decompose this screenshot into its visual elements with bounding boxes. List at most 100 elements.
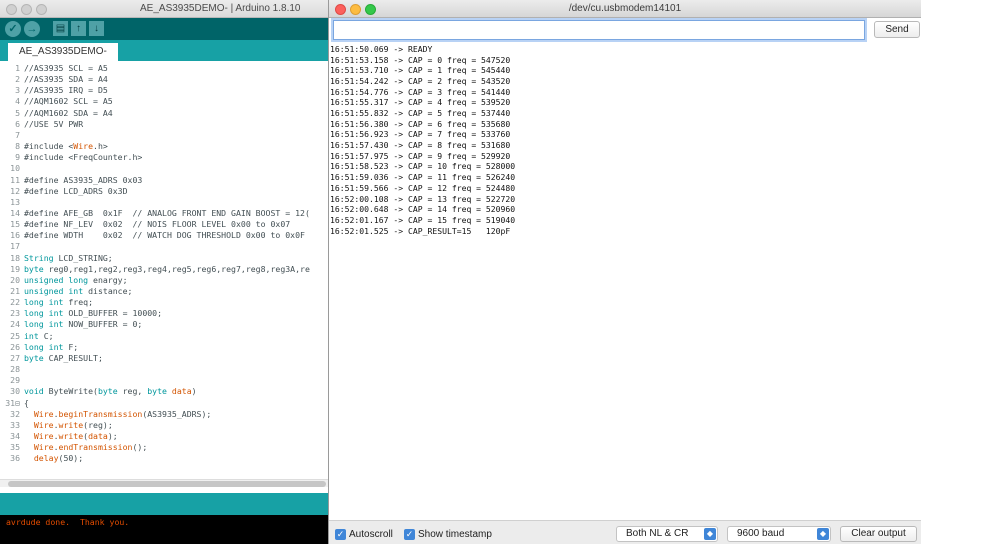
arrow-up-icon: ↑ <box>76 23 81 34</box>
code-token: byte <box>97 386 118 397</box>
line-number: 13 <box>10 196 20 207</box>
ide-status-bar <box>0 493 328 515</box>
line-number: 26 <box>10 341 20 352</box>
code-token: //USE 5V PWR <box>24 118 84 129</box>
checkmark-icon: ✓ <box>336 529 345 539</box>
line-number: 6 <box>15 118 20 129</box>
line-number: 29 <box>10 375 20 386</box>
code-token: delay <box>33 453 59 464</box>
code-token: Wire <box>33 408 54 419</box>
serial-minimize-button[interactable] <box>350 4 361 15</box>
code-token: #define WDTH 0x02 // WATCH DOG THRESHOLD… <box>24 230 305 241</box>
code-token: CAP_RESULT; <box>43 352 103 363</box>
ide-zoom-button[interactable] <box>36 4 47 15</box>
sketch-tab[interactable]: AE_AS3935DEMO- <box>8 43 118 61</box>
clear-output-button[interactable]: Clear output <box>840 526 917 542</box>
autoscroll-checkbox[interactable]: ✓ <box>335 529 346 540</box>
open-sketch-button[interactable]: ↑ <box>71 21 86 36</box>
code-line: 19 byte reg0,reg1,reg2,reg3,reg4,reg5,reg… <box>0 264 310 275</box>
code-line: 18 String LCD_STRING; <box>0 253 113 264</box>
line-number: 36 <box>10 453 20 464</box>
ide-console: avrdude done. Thank you. <box>0 515 328 544</box>
code-token: int <box>48 297 64 308</box>
code-token: reg0,reg1,reg2,reg3,reg4,reg5,reg6,reg7,… <box>43 263 310 274</box>
arrow-down-icon: ↓ <box>94 23 99 34</box>
code-token: F; <box>63 341 79 352</box>
serial-monitor-window: /dev/cu.usbmodem14101 Send 16:51:50.069 … <box>328 0 921 544</box>
code-token: //AS3935 SCL = A5 <box>24 63 108 73</box>
code-line: 31⊟ { <box>0 398 29 409</box>
code-token: write <box>58 430 84 441</box>
code-token: int <box>68 286 84 296</box>
line-number: 19 <box>10 263 20 274</box>
code-token: long <box>24 297 44 308</box>
code-line: 20 unsigned long enargy; <box>0 275 127 286</box>
code-token: freq; <box>63 297 94 308</box>
code-line: 25 int C; <box>0 330 54 342</box>
code-token: byte <box>147 386 167 397</box>
ide-window-title: AE_AS3935DEMO- | Arduino 1.8.10 <box>140 3 301 14</box>
line-number: 25 <box>10 330 20 341</box>
ide-titlebar: AE_AS3935DEMO- | Arduino 1.8.10 <box>0 0 328 18</box>
code-line: 4 //AQM1602 SCL = A5 <box>0 96 113 107</box>
serial-output-line: 16:51:56.380 -> CAP = 6 freq = 535680 <box>330 118 511 129</box>
ide-minimize-button[interactable] <box>21 4 32 15</box>
code-line: 27 byte CAP_RESULT; <box>0 353 103 364</box>
serial-output-line: 16:51:50.069 -> READY <box>330 44 433 54</box>
serial-zoom-button[interactable] <box>365 4 376 15</box>
code-token: reg, <box>117 386 148 397</box>
line-number: 15 <box>10 219 20 230</box>
code-line: 16 #define WDTH 0x02 // WATCH DOG THRESHO… <box>0 230 305 241</box>
code-token: beginTransmission <box>58 408 143 419</box>
line-number: 21 <box>10 286 20 296</box>
code-token: (50); <box>58 453 84 464</box>
code-line: 23 long int OLD_BUFFER = 10000; <box>0 308 162 319</box>
save-sketch-button[interactable]: ↓ <box>89 21 104 36</box>
code-line: 2 //AS3935 SDA = A4 <box>0 74 108 85</box>
code-token: OLD_BUFFER = 10000; <box>63 308 163 319</box>
code-line: 17 <box>0 241 24 252</box>
line-number: 3 <box>15 85 20 96</box>
serial-output-line: 16:51:54.776 -> CAP = 3 freq = 541440 <box>330 86 511 97</box>
serial-output-line: 16:51:53.158 -> CAP = 0 freq = 547520 <box>330 54 511 65</box>
code-line: 12 #define LCD_ADRS 0x3D <box>0 186 127 197</box>
serial-output-line: 16:51:59.036 -> CAP = 11 freq = 526240 <box>330 172 516 183</box>
code-line: 5 //AQM1602 SDA = A4 <box>0 108 113 119</box>
serial-output[interactable]: 16:51:50.069 -> READY 16:51:53.158 -> CAP… <box>329 44 921 518</box>
scrollbar-thumb[interactable] <box>8 481 326 487</box>
line-number: 27 <box>10 352 20 363</box>
line-number: 17 <box>10 241 20 252</box>
code-token: //AS3935 SDA = A4 <box>24 74 108 85</box>
code-token: #define NF_LEV 0x02 // NOIS FLOOR LEVEL … <box>24 219 291 230</box>
line-ending-select[interactable]: Both NL & CR ◆ <box>616 526 718 542</box>
code-token: write <box>58 419 84 430</box>
code-token: C; <box>38 330 54 341</box>
send-button[interactable]: Send <box>874 21 920 38</box>
line-number: 23 <box>10 308 20 319</box>
new-file-icon: ▤ <box>55 23 66 34</box>
ide-close-button[interactable] <box>6 4 17 15</box>
serial-output-line: 16:51:59.566 -> CAP = 12 freq = 524480 <box>330 182 516 193</box>
verify-button[interactable]: ✓ <box>5 21 21 37</box>
editor-horizontal-scrollbar[interactable] <box>0 479 328 487</box>
baud-rate-select[interactable]: 9600 baud ◆ <box>727 526 831 542</box>
serial-send-input[interactable] <box>333 20 865 40</box>
new-sketch-button[interactable]: ▤ <box>53 21 68 36</box>
upload-button[interactable]: → <box>24 21 40 37</box>
show-timestamp-checkbox[interactable]: ✓ <box>404 529 415 540</box>
code-editor[interactable]: 1 //AS3935 SCL = A5 2 //AS3935 SDA = A4 3 //A… <box>0 61 328 479</box>
code-line: 1 //AS3935 SCL = A5 <box>0 63 108 74</box>
show-timestamp-label: Show timestamp <box>418 529 492 540</box>
line-number: 35 <box>10 442 20 453</box>
serial-close-button[interactable] <box>335 4 346 15</box>
arrow-right-icon: → <box>26 23 38 35</box>
serial-output-line: 16:51:55.832 -> CAP = 5 freq = 537440 <box>330 108 511 119</box>
code-line: 26 long int F; <box>0 342 78 353</box>
code-line: 22 long int freq; <box>0 297 93 308</box>
line-number: 1 <box>15 63 20 73</box>
code-token: distance; <box>83 286 133 296</box>
code-token: #include < <box>24 141 74 152</box>
code-token: (); <box>132 442 148 453</box>
